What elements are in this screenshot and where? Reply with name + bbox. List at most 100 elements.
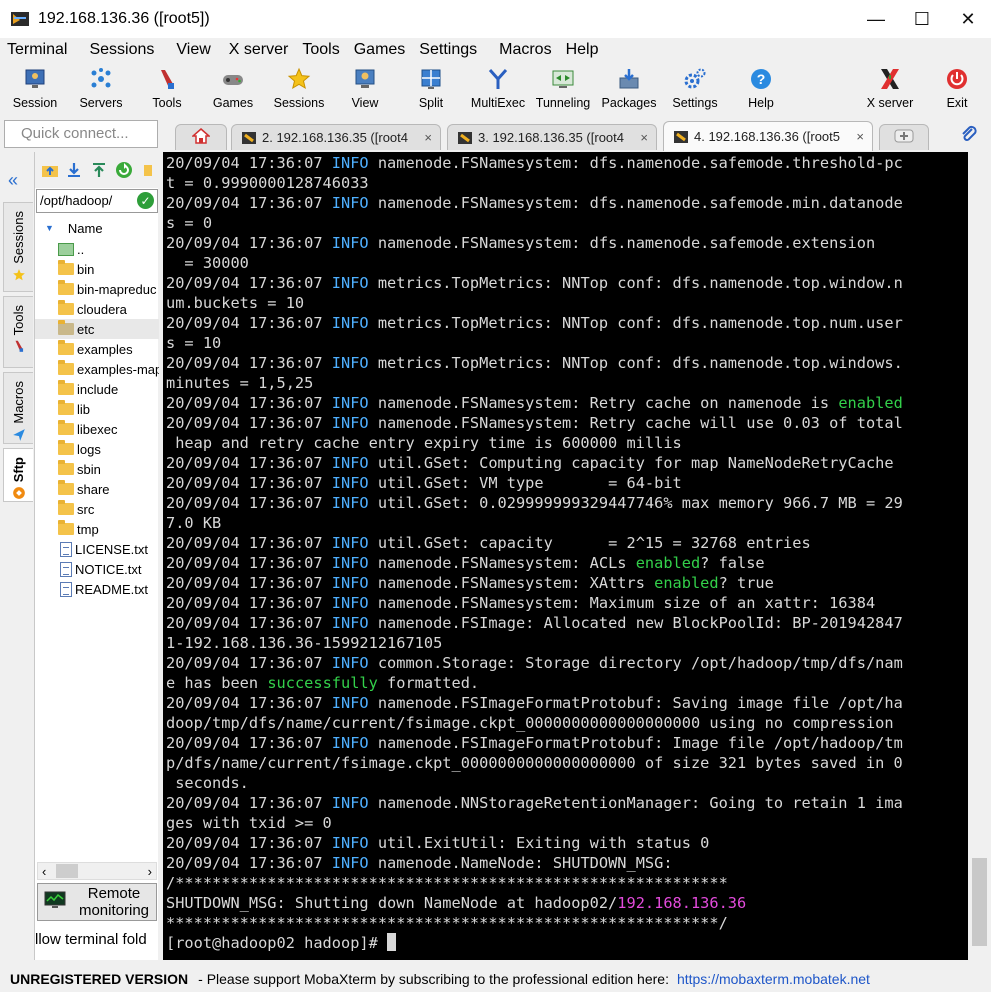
menu-games[interactable]: Games bbox=[347, 41, 413, 59]
list-item[interactable]: bin bbox=[35, 259, 159, 279]
refresh-icon[interactable] bbox=[114, 160, 134, 180]
terminal-line: s = 10 bbox=[166, 333, 968, 353]
terminal-line: 20/09/04 17:36:07 INFO namenode.FSNamesy… bbox=[166, 553, 968, 573]
list-item[interactable]: examples bbox=[35, 339, 159, 359]
terminal-text: heap and retry cache entry expiry time i… bbox=[166, 434, 682, 452]
upload-icon[interactable] bbox=[89, 160, 109, 180]
side-tab-tools[interactable]: Tools bbox=[3, 296, 33, 368]
minimize-button[interactable]: — bbox=[853, 0, 899, 38]
menu-macros[interactable]: Macros bbox=[492, 41, 558, 59]
terminal-line: heap and retry cache entry expiry time i… bbox=[166, 433, 968, 453]
collapse-sidebar-icon[interactable]: « bbox=[8, 170, 18, 191]
parent-dir-icon bbox=[58, 242, 74, 256]
tunneling-button[interactable]: Tunneling bbox=[532, 62, 594, 116]
side-tab-sessions[interactable]: Sessions bbox=[3, 202, 33, 292]
tab-close-icon[interactable]: × bbox=[424, 130, 432, 145]
tab-close-icon[interactable]: × bbox=[640, 130, 648, 145]
remote-monitoring-button[interactable]: Remote monitoring bbox=[37, 883, 157, 921]
split-button[interactable]: Split bbox=[404, 62, 458, 116]
list-item[interactable]: sbin bbox=[35, 459, 159, 479]
list-item[interactable]: etc bbox=[35, 319, 159, 339]
multiexec-button[interactable]: MultiExec bbox=[466, 62, 530, 116]
home-tab[interactable] bbox=[175, 124, 227, 150]
folder-icon bbox=[58, 440, 74, 455]
mobaxterm-link[interactable]: https://mobaxterm.mobatek.net bbox=[677, 971, 870, 987]
games-button[interactable]: Games bbox=[206, 62, 260, 116]
menu-x-server[interactable]: X server bbox=[222, 41, 296, 59]
session-button[interactable]: Session bbox=[8, 62, 62, 116]
terminal-line: 20/09/04 17:36:07 INFO util.ExitUtil: Ex… bbox=[166, 833, 968, 853]
tab-session-3[interactable]: 3. 192.168.136.35 ([root4 × bbox=[447, 124, 657, 150]
terminal-text: SHUTDOWN_MSG: Shutting down NameNode at … bbox=[166, 894, 618, 912]
quick-connect-input[interactable]: Quick connect... bbox=[4, 120, 158, 148]
terminal-output[interactable]: 20/09/04 17:36:07 INFO namenode.FSNamesy… bbox=[163, 152, 968, 960]
folder-icon bbox=[58, 400, 74, 415]
terminal-text: ges with txid >= 0 bbox=[166, 814, 332, 832]
list-item[interactable]: include bbox=[35, 379, 159, 399]
packages-button[interactable]: Packages bbox=[598, 62, 660, 116]
servers-button[interactable]: Servers bbox=[74, 62, 128, 116]
menu-help[interactable]: Help bbox=[559, 41, 606, 59]
list-item[interactable]: LICENSE.txt bbox=[35, 539, 159, 559]
exit-button[interactable]: Exit bbox=[930, 62, 984, 116]
settings-button[interactable]: Settings bbox=[666, 62, 724, 116]
highlight-keyword: enabled bbox=[635, 554, 701, 572]
list-item[interactable]: src bbox=[35, 499, 159, 519]
menu-tools[interactable]: Tools bbox=[295, 41, 346, 59]
download-icon[interactable] bbox=[65, 160, 85, 180]
scrollbar-thumb[interactable] bbox=[972, 858, 987, 946]
list-item[interactable]: README.txt bbox=[35, 579, 159, 599]
menu-settings[interactable]: Settings bbox=[412, 41, 484, 59]
terminal-text: 20/09/04 17:36:07 bbox=[166, 234, 332, 252]
terminal-text: util.ExitUtil: Exiting with status 0 bbox=[368, 834, 710, 852]
tab-close-icon[interactable]: × bbox=[856, 129, 864, 144]
file-list-header[interactable]: ▼ Name bbox=[35, 218, 159, 238]
side-tab-macros[interactable]: Macros bbox=[3, 372, 33, 444]
path-ok-icon[interactable]: ✓ bbox=[137, 192, 154, 209]
scrollbar-thumb[interactable] bbox=[56, 864, 78, 878]
view-button[interactable]: View bbox=[338, 62, 392, 116]
menu-sessions[interactable]: Sessions bbox=[82, 41, 161, 59]
parent-folder-icon[interactable] bbox=[40, 160, 60, 180]
list-item[interactable]: NOTICE.txt bbox=[35, 559, 159, 579]
list-item[interactable]: libexec bbox=[35, 419, 159, 439]
menu-view[interactable]: View bbox=[169, 41, 217, 59]
sessions-button[interactable]: Sessions bbox=[272, 62, 326, 116]
scroll-right-icon[interactable]: › bbox=[148, 864, 152, 879]
list-item[interactable]: share bbox=[35, 479, 159, 499]
tab-session-4[interactable]: 4. 192.168.136.36 ([root5 × bbox=[663, 121, 873, 151]
terminal-scrollbar[interactable] bbox=[968, 152, 991, 960]
new-folder-icon[interactable] bbox=[138, 160, 158, 180]
attachment-icon[interactable] bbox=[959, 125, 979, 150]
new-tab-button[interactable] bbox=[879, 124, 929, 150]
close-window-button[interactable]: ✕ bbox=[945, 0, 991, 38]
terminal-text: 20/09/04 17:36:07 bbox=[166, 494, 332, 512]
log-level: INFO bbox=[331, 494, 369, 512]
terminal-line: ****************************************… bbox=[166, 913, 968, 933]
sftp-horizontal-scrollbar[interactable]: ‹ › bbox=[37, 862, 157, 880]
terminal-text: metrics.TopMetrics: NNTop conf: dfs.name… bbox=[368, 314, 903, 332]
sftp-path-input[interactable]: /opt/hadoop/ ✓ bbox=[36, 189, 158, 213]
window-title: 192.168.136.36 ([root5]) bbox=[38, 10, 210, 27]
maximize-button[interactable]: ☐ bbox=[899, 0, 945, 38]
terminal-line: s = 0 bbox=[166, 213, 968, 233]
tab-session-2[interactable]: 2. 192.168.136.35 ([root4 × bbox=[231, 124, 441, 150]
scroll-left-icon[interactable]: ‹ bbox=[42, 864, 46, 879]
menu-bar: Terminal Sessions View X server Tools Ga… bbox=[0, 38, 991, 62]
follow-terminal-folder-checkbox[interactable]: llow terminal fold bbox=[35, 931, 159, 953]
terminal-text: metrics.TopMetrics: NNTop conf: dfs.name… bbox=[368, 354, 903, 372]
list-item[interactable]: examples-map bbox=[35, 359, 159, 379]
list-item[interactable]: tmp bbox=[35, 519, 159, 539]
tools-icon bbox=[154, 66, 180, 92]
help-button[interactable]: ? Help bbox=[734, 62, 788, 116]
menu-terminal[interactable]: Terminal bbox=[0, 41, 74, 59]
side-tab-sftp[interactable]: Sftp bbox=[3, 448, 33, 502]
list-item[interactable]: lib bbox=[35, 399, 159, 419]
tools-button[interactable]: Tools bbox=[140, 62, 194, 116]
terminal-text: ****************************************… bbox=[166, 914, 728, 932]
list-item[interactable]: logs bbox=[35, 439, 159, 459]
list-item[interactable]: cloudera bbox=[35, 299, 159, 319]
x-server-button[interactable]: X server bbox=[860, 62, 920, 116]
list-item[interactable]: .. bbox=[35, 239, 159, 259]
list-item[interactable]: bin-mapreduc bbox=[35, 279, 159, 299]
